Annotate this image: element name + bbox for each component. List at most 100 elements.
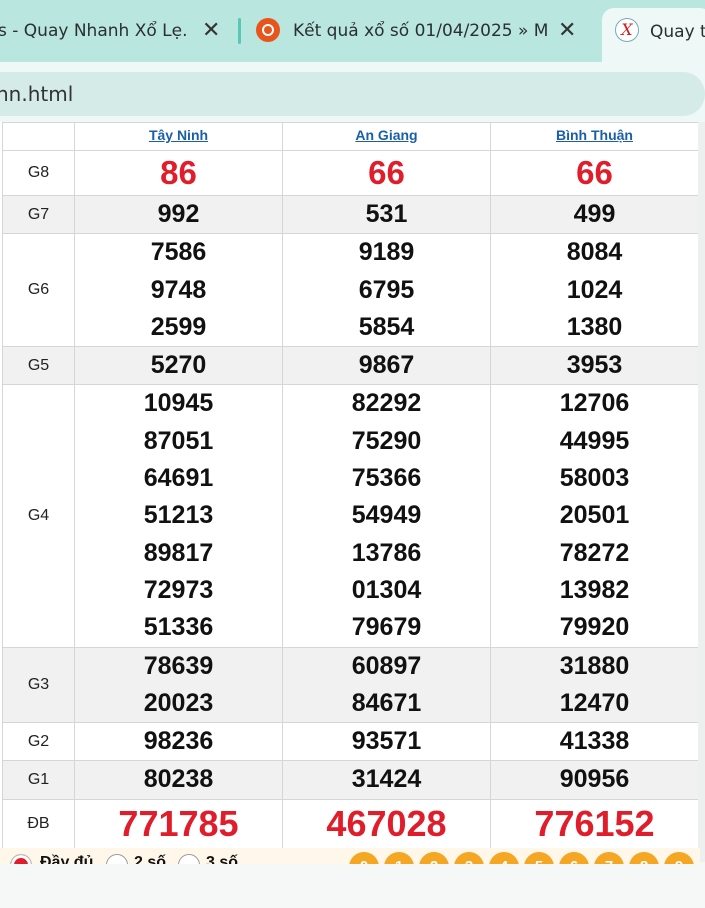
- close-icon[interactable]: ✕: [558, 18, 576, 43]
- prize-number: 80238: [143, 765, 214, 794]
- digit-filter-button[interactable]: 8: [629, 852, 659, 864]
- prize-number: 44995: [559, 426, 630, 455]
- prize-cell: 66: [490, 150, 699, 196]
- prize-cell: 78639 20023: [74, 646, 283, 724]
- prize-label: G8: [2, 150, 75, 196]
- prize-cell: 9189 6795 5854: [282, 233, 491, 348]
- prize-number: 20501: [559, 501, 630, 530]
- prize-cell: 82292 75290 75366 54949 13786 01304 79679: [282, 384, 491, 648]
- radio-3-digits[interactable]: [178, 854, 200, 864]
- digit-filter-button[interactable]: 4: [489, 852, 519, 864]
- province-header-cell: Bình Thuận: [490, 122, 699, 151]
- prize-number: 72973: [143, 575, 214, 604]
- prize-row: G7 992 531 499: [2, 194, 699, 235]
- province-header-cell: An Giang: [282, 122, 491, 151]
- prize-number: 31424: [351, 765, 422, 794]
- prize-number: 84671: [351, 688, 422, 717]
- digit-filter-button[interactable]: 5: [524, 852, 554, 864]
- prize-row: G6 7586 9748 2599 9189 6795 5854 8084 1024 1380: [2, 233, 699, 348]
- prize-number: 3953: [566, 351, 623, 380]
- prize-number: 51213: [143, 501, 214, 530]
- number-filter-bar: Đầy đủ 2 số 3 số 0123456789: [0, 848, 700, 864]
- digit-filter-button[interactable]: 1: [384, 852, 414, 864]
- prize-number: 66: [576, 154, 613, 191]
- prize-label: ĐB: [2, 798, 75, 849]
- close-icon[interactable]: ✕: [202, 18, 220, 43]
- prize-cell: 86: [74, 150, 283, 196]
- prize-number: 12470: [559, 688, 630, 717]
- prize-cell: 499: [490, 194, 699, 235]
- digit-filter-button[interactable]: 6: [559, 852, 589, 864]
- prize-number: 7586: [150, 238, 207, 267]
- url-field[interactable]: nn.html: [0, 72, 705, 116]
- province-header-cell: Tây Ninh: [74, 122, 283, 151]
- prize-row: G1 80238 31424 90956: [2, 760, 699, 800]
- prize-number: 90956: [559, 765, 630, 794]
- prize-number: 13982: [559, 575, 630, 604]
- vertical-scrollbar[interactable]: [698, 122, 705, 862]
- ubuntu-icon: [256, 18, 280, 42]
- prize-cell: 98236: [74, 722, 283, 762]
- prize-number: 51336: [143, 613, 214, 642]
- prize-cell: 992: [74, 194, 283, 235]
- digit-filter-button[interactable]: 7: [594, 852, 624, 864]
- prize-number: 31880: [559, 651, 630, 680]
- prize-label: G7: [2, 194, 75, 235]
- prize-number: 79920: [559, 613, 630, 642]
- prize-number: 64691: [143, 464, 214, 493]
- prize-number: 89817: [143, 538, 214, 567]
- prize-label: G4: [2, 384, 75, 648]
- page-content: Tây Ninh An Giang Bình Thuận G8 86 66 66 G7 992 5…: [0, 122, 705, 862]
- prize-label: G3: [2, 646, 75, 724]
- prize-cell: 12706 44995 58003 20501 78272 13982 79920: [490, 384, 699, 648]
- radio-3-digits-label: 3 số: [206, 854, 239, 864]
- prize-number: 98236: [143, 727, 214, 756]
- radio-full-label: Đầy đủ: [40, 854, 94, 864]
- prize-row: G8 86 66 66: [2, 150, 699, 196]
- prize-cell: 60897 84671: [282, 646, 491, 724]
- digit-filter-button[interactable]: 0: [349, 852, 379, 864]
- prize-cell: 776152: [490, 798, 699, 849]
- address-bar: nn.html: [0, 62, 705, 122]
- province-link[interactable]: An Giang: [355, 127, 417, 143]
- prize-number: 20023: [143, 688, 214, 717]
- prize-number: 66: [368, 154, 405, 191]
- prize-number: 8084: [566, 238, 623, 267]
- digit-filter-button[interactable]: 9: [664, 852, 694, 864]
- digit-filter-button[interactable]: 3: [454, 852, 484, 864]
- prize-cell: 31880 12470: [490, 646, 699, 724]
- province-link[interactable]: Bình Thuận: [556, 127, 633, 143]
- prize-row: G5 5270 9867 3953: [2, 346, 699, 386]
- prize-cell: 531: [282, 194, 491, 235]
- prize-number: 1024: [566, 275, 623, 304]
- tab-ket-qua-xo-so[interactable]: Kết quả xổ số 01/04/2025 » Miền ✕: [252, 8, 592, 54]
- prize-cell: 771785: [74, 798, 283, 849]
- radio-2-digits[interactable]: [106, 854, 128, 864]
- tab-quay-nhanh[interactable]: s - Quay Nhanh Xổ Lẹ. ✕: [0, 8, 232, 54]
- prize-number: 75290: [351, 426, 422, 455]
- province-link[interactable]: Tây Ninh: [149, 127, 208, 143]
- prize-number: 5854: [358, 312, 415, 341]
- digit-filter-button[interactable]: 2: [419, 852, 449, 864]
- prize-number: 86: [160, 154, 197, 191]
- prize-number: 5270: [150, 351, 207, 380]
- radio-full[interactable]: [10, 854, 32, 864]
- prize-cell: 8084 1024 1380: [490, 233, 699, 348]
- prize-row: G3 78639 20023 60897 84671 31880 12470: [2, 646, 699, 724]
- prize-number: 776152: [534, 802, 655, 844]
- prize-cell: 7586 9748 2599: [74, 233, 283, 348]
- tab-title: Kết quả xổ số 01/04/2025 » Miền: [293, 21, 548, 41]
- lottery-results-table: Tây Ninh An Giang Bình Thuận G8 86 66 66 G7 992 5…: [2, 122, 699, 849]
- prize-number: 9748: [150, 275, 207, 304]
- prize-number: 01304: [351, 575, 422, 604]
- prize-number: 54949: [351, 501, 422, 530]
- tab-divider: [238, 18, 241, 44]
- prize-number: 1380: [566, 312, 623, 341]
- tab-active-quay-thu[interactable]: X Quay th: [602, 8, 705, 62]
- prize-number: 75366: [351, 464, 422, 493]
- prize-cell: 10945 87051 64691 51213 89817 72973 51336: [74, 384, 283, 648]
- header-blank-cell: [2, 122, 75, 151]
- prize-cell: 41338: [490, 722, 699, 762]
- prize-number: 771785: [118, 802, 239, 844]
- prize-row: ĐB 771785 467028 776152: [2, 798, 699, 849]
